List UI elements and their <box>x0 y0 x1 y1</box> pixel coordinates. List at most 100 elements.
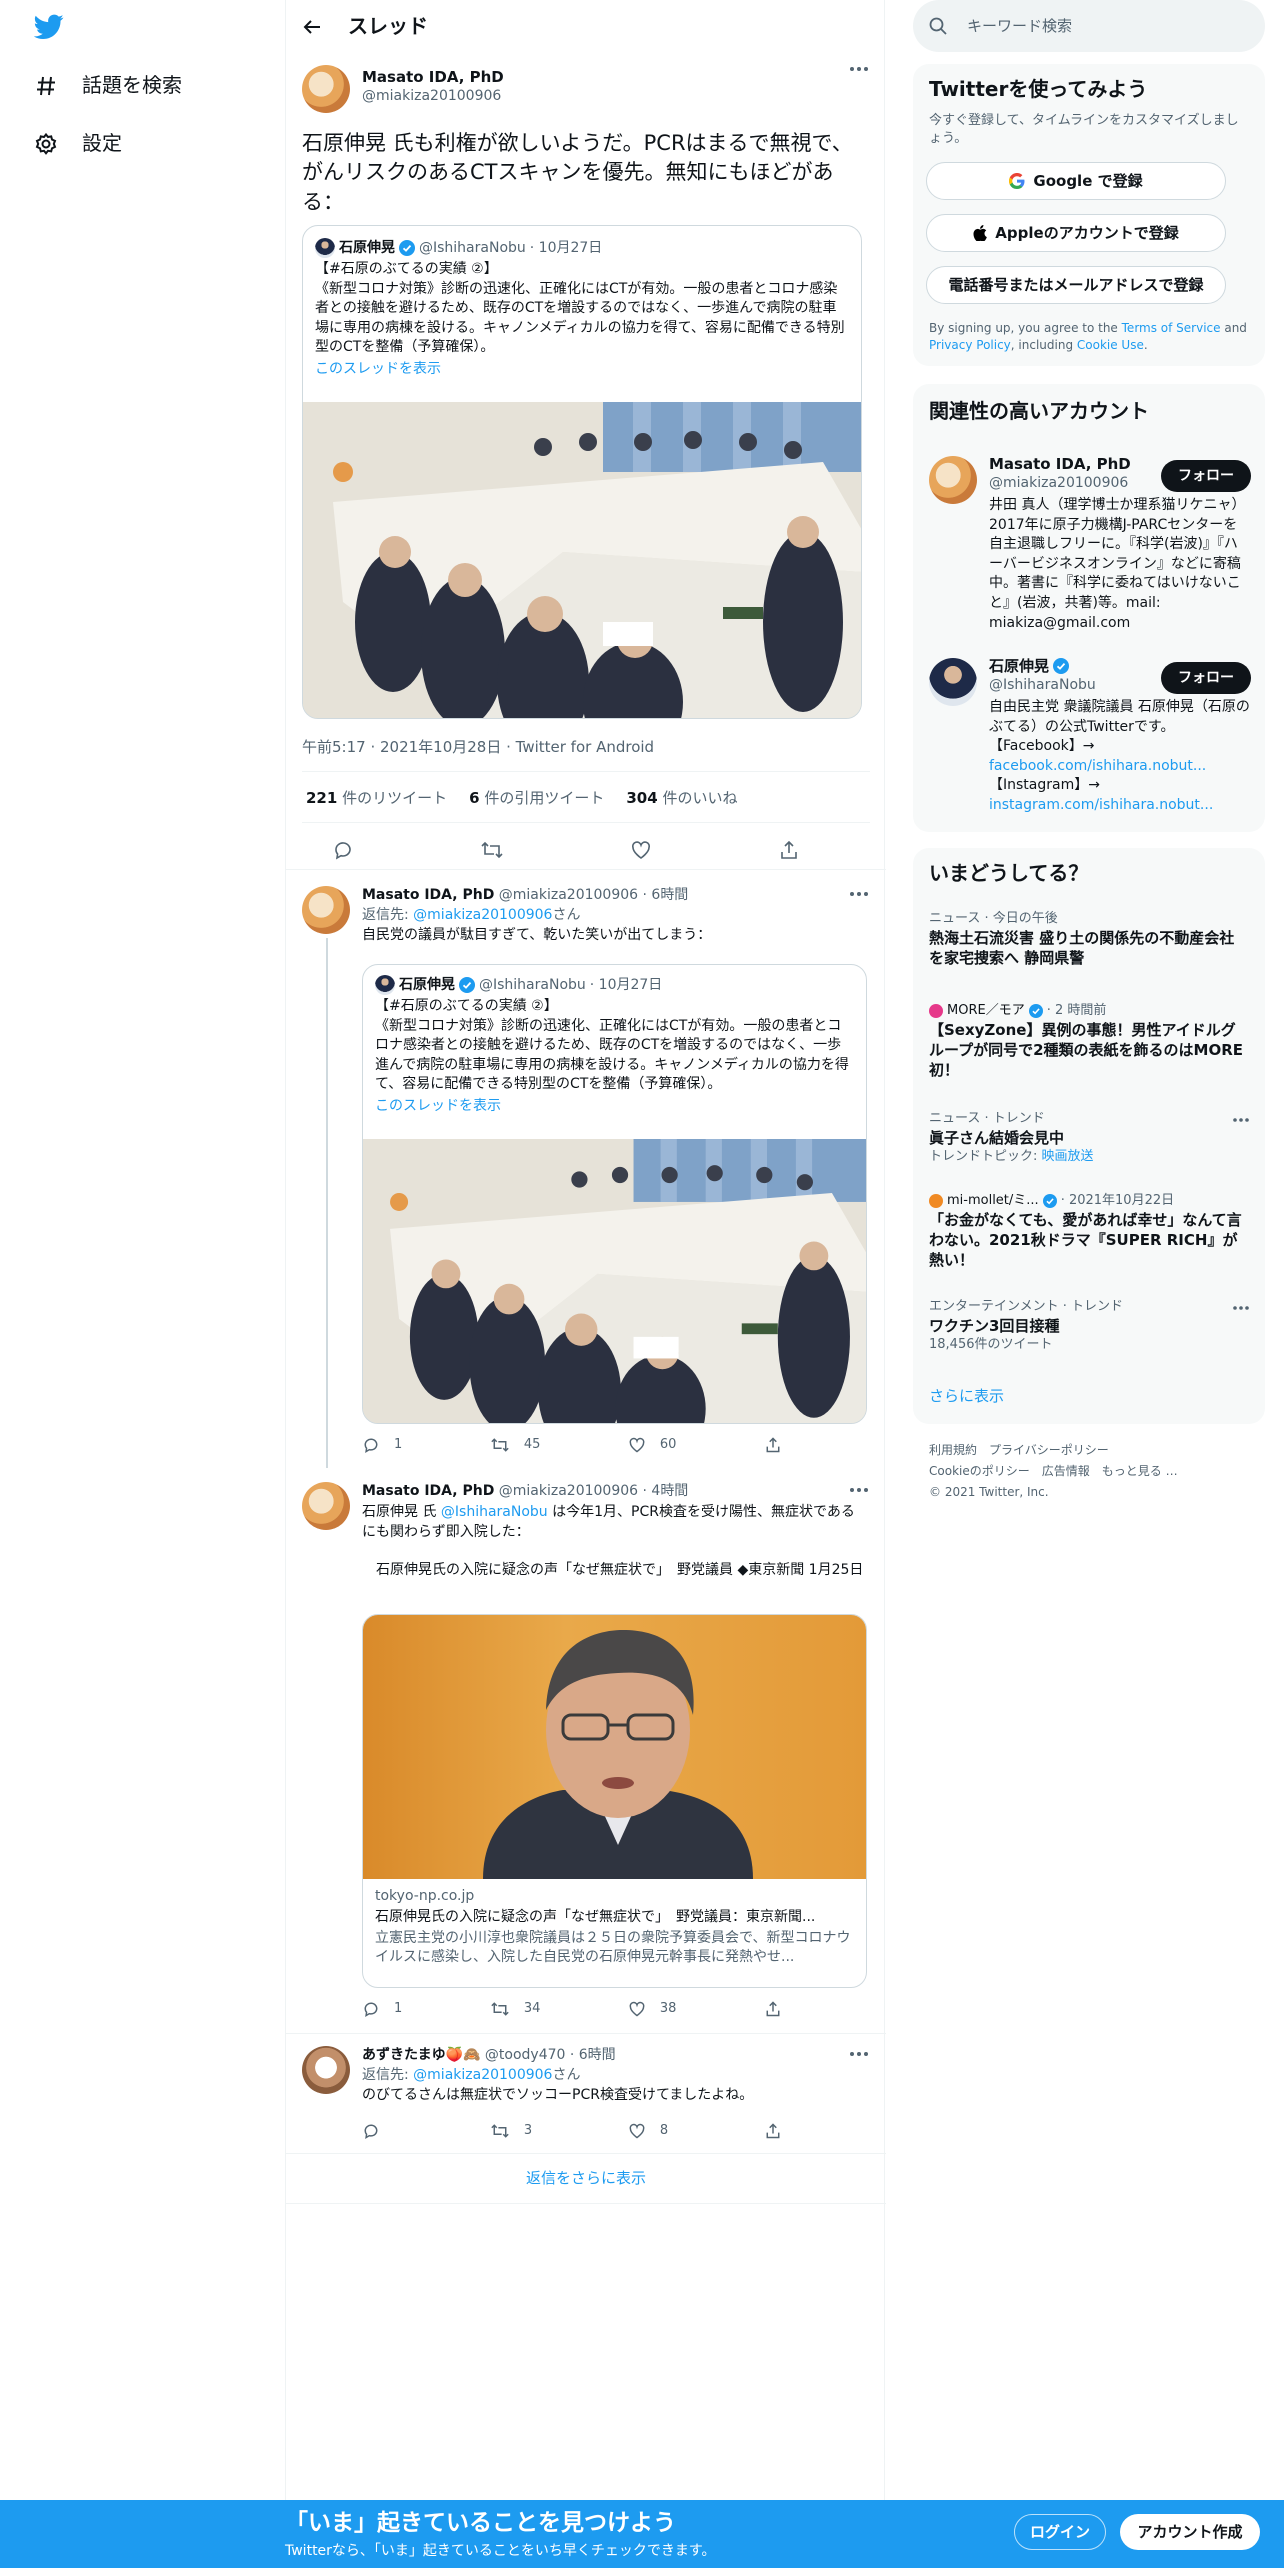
show-thread-link[interactable]: このスレッドを表示 <box>315 360 849 379</box>
footer-link[interactable]: もっと見る … <box>1102 1464 1178 1478</box>
more-options-icon[interactable] <box>850 2052 868 2056</box>
card-title: 石原伸晃氏の入院に疑念の声「なぜ無症状で」 野党議員：東京新聞... <box>375 1908 816 1925</box>
share-button[interactable] <box>764 1436 782 1454</box>
mention-link[interactable]: @IshiharaNobu <box>441 1504 548 1520</box>
show-thread-link[interactable]: このスレッドを表示 <box>375 1097 854 1116</box>
share-icon <box>766 1437 780 1453</box>
thread-connector <box>326 938 328 1468</box>
show-more-trends-link[interactable]: さらに表示 <box>929 1386 1004 1406</box>
reply-tweet[interactable]: Masato IDA, PhD @miakiza20100906 · 4時間 石… <box>286 1470 886 2034</box>
apple-signup-button[interactable]: Appleのアカウントで登録 <box>926 214 1226 252</box>
share-icon[interactable] <box>778 839 800 861</box>
meeting-photo[interactable] <box>363 1139 866 1423</box>
quoted-tweet[interactable]: 石原伸晃 @IshiharaNobu · 10月27日 【#石原のぶてるの実績 … <box>362 964 867 1424</box>
more-options-icon[interactable] <box>850 1488 868 1492</box>
reply-to-line: 返信先: @miakiza20100906さん <box>362 2067 581 2083</box>
tweet-stats: 221 件のリツイート 6 件の引用ツイート 304 件のいいね <box>306 788 737 808</box>
related-account[interactable]: 石原伸晃 @IshiharaNobu フォロー 自由民主党 衆議院議員 石原伸晃… <box>913 648 1265 828</box>
reply-button[interactable]: 1 <box>362 1436 402 1454</box>
link-card[interactable]: tokyo-np.co.jp 石原伸晃氏の入院に疑念の声「なぜ無症状で」 野党議… <box>362 1614 867 1988</box>
share-icon <box>766 2123 780 2139</box>
trend-item[interactable]: mi-mollet/ミ... · 2021年10月22日 「お金がなくても、愛が… <box>929 1192 1249 1270</box>
phone-email-signup-button[interactable]: 電話番号またはメールアドレスで登録 <box>926 266 1226 304</box>
trend-item[interactable]: ニュース · 今日の午後 熱海土石流災害 盛り土の関係先の不動産会社を家宅捜索へ… <box>929 910 1249 968</box>
quoted-tweet-text: 【#石原のぶてるの実績 ②】 《新型コロナ対策》診断の迅速化、正確化にはCTが有… <box>315 261 845 356</box>
signup-button[interactable]: アカウント作成 <box>1120 2514 1260 2550</box>
like-button[interactable]: 60 <box>628 1436 676 1454</box>
more-options-icon[interactable] <box>850 892 868 896</box>
more-options-icon[interactable] <box>1233 1118 1249 1122</box>
source-logo-icon <box>929 1193 943 1208</box>
quoted-tweet[interactable]: 石原伸晃 @IshiharaNobu · 10月27日 【#石原のぶてるの実績 … <box>302 225 862 719</box>
author-handle[interactable]: @miakiza20100906 <box>362 87 504 106</box>
avatar[interactable] <box>302 65 350 113</box>
legal-text: By signing up, you agree to the Terms of… <box>929 321 1247 352</box>
reply-tweet[interactable]: あずきたまゆ🍑🙈 @toody470 · 6時間 返信先: @miakiza20… <box>286 2034 886 2154</box>
tweet-timestamp[interactable]: 午前5:17 · 2021年10月28日 · Twitter for Andro… <box>302 737 654 757</box>
login-prompt-bar: 「いま」起きていることを見つけよう Twitterなら、「いま」起きていることを… <box>0 2500 1284 2568</box>
avatar[interactable] <box>302 886 350 934</box>
search-box[interactable]: キーワード検索 <box>913 0 1265 52</box>
tweet-actions: 1 45 60 <box>362 1436 782 1454</box>
google-icon <box>1009 173 1025 189</box>
reply-icon <box>364 2002 378 2017</box>
like-count[interactable]: 304 件のいいね <box>626 788 737 808</box>
meeting-photo[interactable] <box>303 402 861 718</box>
card-description: 立憲民主党の小川淳也衆院議員は２５日の衆院予算委員会で、新型コロナウイルスに感染… <box>375 1929 851 1966</box>
retweet-count[interactable]: 221 件のリツイート <box>306 788 447 808</box>
like-button[interactable]: 8 <box>628 2122 668 2140</box>
quote-count[interactable]: 6 件の引用ツイート <box>469 788 604 808</box>
search-icon <box>929 17 947 35</box>
avatar[interactable] <box>302 1482 350 1530</box>
twitter-logo-icon[interactable] <box>34 14 64 40</box>
like-icon <box>629 1437 645 1453</box>
quoted-tweet-text: 【#石原のぶてるの実績 ②】 《新型コロナ対策》診断の迅速化、正確化にはCTが有… <box>375 998 849 1093</box>
reply-icon[interactable] <box>332 839 354 861</box>
share-button[interactable] <box>764 2122 782 2140</box>
more-options-icon[interactable] <box>850 67 868 71</box>
trend-item[interactable]: MORE／モア · 2 時間前 【SexyZone】異例の事態！男性アイドルグル… <box>929 1002 1249 1080</box>
footer-link[interactable]: 利用規約 <box>929 1443 977 1457</box>
retweet-icon[interactable] <box>480 839 504 861</box>
login-button[interactable]: ログイン <box>1014 2514 1106 2550</box>
related-account[interactable]: Masato IDA, PhD @miakiza20100906 フォロー 井田… <box>913 446 1265 646</box>
related-accounts-card: 関連性の高いアカウント Masato IDA, PhD @miakiza2010… <box>913 384 1265 832</box>
nav-explore[interactable]: 話題を検索 <box>34 72 182 99</box>
retweet-button[interactable]: 3 <box>490 2122 532 2140</box>
reply-tweet[interactable]: Masato IDA, PhD @miakiza20100906 · 6時間 返… <box>286 870 886 1470</box>
page-title: スレッド <box>348 14 428 38</box>
follow-button[interactable]: フォロー <box>1161 460 1251 492</box>
avatar[interactable] <box>302 2046 350 2094</box>
tweet-text: 石原伸晃 氏も利権が欲しいようだ。PCRはまるで無視で、がんリスクのあるCTスキ… <box>302 131 853 214</box>
news-photo <box>363 1615 866 1879</box>
reply-button[interactable]: 1 <box>362 2000 402 2018</box>
avatar[interactable] <box>929 658 977 706</box>
footer-link[interactable]: 広告情報 <box>1042 1464 1090 1478</box>
nav-settings[interactable]: 設定 <box>34 130 122 157</box>
tweet-actions: 1 34 38 <box>362 2000 782 2018</box>
trends-card: いまどうしてる？ ニュース · 今日の午後 熱海土石流災害 盛り土の関係先の不動… <box>913 848 1265 1424</box>
reply-button[interactable] <box>362 2122 394 2140</box>
search-input[interactable]: キーワード検索 <box>967 16 1072 36</box>
reply-icon <box>364 2124 378 2139</box>
show-more-replies-button[interactable]: 返信をさらに表示 <box>286 2154 886 2204</box>
author-name[interactable]: Masato IDA, PhD <box>362 67 504 87</box>
like-button[interactable]: 38 <box>628 2000 676 2018</box>
avatar[interactable] <box>929 456 977 504</box>
trend-item[interactable]: ニュース · トレンド 眞子さん結婚会見中 トレンドトピック: 映画放送 <box>929 1110 1249 1165</box>
footer-link[interactable]: Cookieのポリシー <box>929 1464 1030 1478</box>
retweet-button[interactable]: 34 <box>490 2000 540 2018</box>
retweet-button[interactable]: 45 <box>490 1436 540 1454</box>
trend-item[interactable]: エンターテインメント · トレンド ワクチン3回目接種 18,456件のツイート <box>929 1298 1249 1353</box>
tweet-actions: 3 8 <box>362 2122 782 2140</box>
more-options-icon[interactable] <box>1233 1306 1249 1310</box>
like-icon <box>629 2123 645 2139</box>
google-signup-button[interactable]: Google で登録 <box>926 162 1226 200</box>
follow-button[interactable]: フォロー <box>1161 662 1251 694</box>
left-navigation: 話題を検索 設定 <box>0 0 285 2500</box>
like-icon[interactable] <box>630 839 652 861</box>
share-button[interactable] <box>764 2000 782 2018</box>
focal-tweet: Masato IDA, PhD @miakiza20100906 石原伸晃 氏も… <box>286 53 886 870</box>
back-arrow-icon[interactable] <box>302 17 322 37</box>
footer-link[interactable]: プライバシーポリシー <box>989 1443 1109 1457</box>
